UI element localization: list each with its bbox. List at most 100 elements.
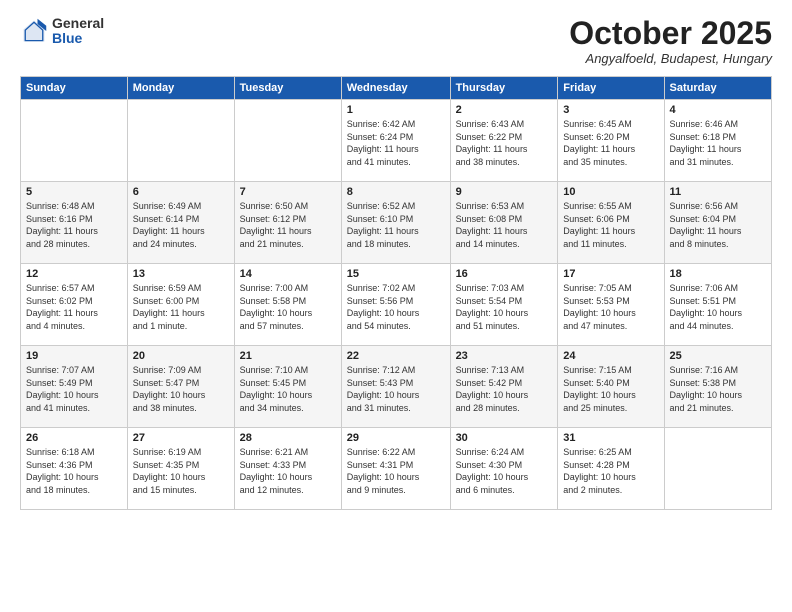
- day-info: Sunrise: 7:00 AMSunset: 5:58 PMDaylight:…: [240, 282, 336, 332]
- day-info: Sunrise: 6:43 AMSunset: 6:22 PMDaylight:…: [456, 118, 553, 168]
- day-number: 15: [347, 268, 445, 280]
- week-row-2: 5 Sunrise: 6:48 AMSunset: 6:16 PMDaylight…: [21, 182, 772, 264]
- day-number: 30: [456, 432, 553, 444]
- calendar-cell: 22 Sunrise: 7:12 AMSunset: 5:43 PMDayligh…: [341, 346, 450, 428]
- calendar-cell: 27 Sunrise: 6:19 AMSunset: 4:35 PMDayligh…: [127, 428, 234, 510]
- calendar-cell: 18 Sunrise: 7:06 AMSunset: 5:51 PMDayligh…: [664, 264, 772, 346]
- day-info: Sunrise: 6:49 AMSunset: 6:14 PMDaylight:…: [133, 200, 229, 250]
- day-info: Sunrise: 6:50 AMSunset: 6:12 PMDaylight:…: [240, 200, 336, 250]
- day-info: Sunrise: 7:13 AMSunset: 5:42 PMDaylight:…: [456, 364, 553, 414]
- logo-blue-text: Blue: [52, 31, 104, 46]
- calendar-cell: 4 Sunrise: 6:46 AMSunset: 6:18 PMDaylight…: [664, 100, 772, 182]
- week-row-4: 19 Sunrise: 7:07 AMSunset: 5:49 PMDayligh…: [21, 346, 772, 428]
- week-row-1: 1 Sunrise: 6:42 AMSunset: 6:24 PMDaylight…: [21, 100, 772, 182]
- day-info: Sunrise: 7:03 AMSunset: 5:54 PMDaylight:…: [456, 282, 553, 332]
- calendar-cell: 1 Sunrise: 6:42 AMSunset: 6:24 PMDaylight…: [341, 100, 450, 182]
- day-number: 1: [347, 104, 445, 116]
- day-info: Sunrise: 6:25 AMSunset: 4:28 PMDaylight:…: [563, 446, 658, 496]
- day-info: Sunrise: 7:06 AMSunset: 5:51 PMDaylight:…: [670, 282, 767, 332]
- calendar-cell: 31 Sunrise: 6:25 AMSunset: 4:28 PMDayligh…: [558, 428, 664, 510]
- day-number: 14: [240, 268, 336, 280]
- day-info: Sunrise: 7:09 AMSunset: 5:47 PMDaylight:…: [133, 364, 229, 414]
- calendar-cell: 11 Sunrise: 6:56 AMSunset: 6:04 PMDayligh…: [664, 182, 772, 264]
- calendar-cell: 6 Sunrise: 6:49 AMSunset: 6:14 PMDaylight…: [127, 182, 234, 264]
- col-monday: Monday: [127, 77, 234, 100]
- calendar-cell: 21Sunrise: 7:10 AMSunset: 5:45 PMDayligh…: [234, 346, 341, 428]
- day-number: 13: [133, 268, 229, 280]
- day-number: 24: [563, 350, 658, 362]
- calendar-cell: 5 Sunrise: 6:48 AMSunset: 6:16 PMDaylight…: [21, 182, 128, 264]
- calendar-cell: 29 Sunrise: 6:22 AMSunset: 4:31 PMDayligh…: [341, 428, 450, 510]
- col-tuesday: Tuesday: [234, 77, 341, 100]
- day-info: Sunrise: 6:19 AMSunset: 4:35 PMDaylight:…: [133, 446, 229, 496]
- title-block: October 2025 Angyalfoeld, Budapest, Hung…: [569, 16, 772, 66]
- day-number: 20: [133, 350, 229, 362]
- col-friday: Friday: [558, 77, 664, 100]
- day-info: Sunrise: 6:46 AMSunset: 6:18 PMDaylight:…: [670, 118, 767, 168]
- day-info: Sunrise: 6:59 AMSunset: 6:00 PMDaylight:…: [133, 282, 229, 332]
- day-info: Sunrise: 7:10 AMSunset: 5:45 PMDaylight:…: [240, 364, 336, 414]
- day-info: Sunrise: 6:55 AMSunset: 6:06 PMDaylight:…: [563, 200, 658, 250]
- day-number: 22: [347, 350, 445, 362]
- day-info: Sunrise: 7:07 AMSunset: 5:49 PMDaylight:…: [26, 364, 122, 414]
- col-wednesday: Wednesday: [341, 77, 450, 100]
- calendar-cell: 13 Sunrise: 6:59 AMSunset: 6:00 PMDayligh…: [127, 264, 234, 346]
- day-number: 5: [26, 186, 122, 198]
- logo-text: General Blue: [52, 16, 104, 47]
- calendar-cell: [21, 100, 128, 182]
- day-number: 11: [670, 186, 767, 198]
- calendar-cell: 10 Sunrise: 6:55 AMSunset: 6:06 PMDayligh…: [558, 182, 664, 264]
- calendar-cell: 26Sunrise: 6:18 AMSunset: 4:36 PMDayligh…: [21, 428, 128, 510]
- day-info: Sunrise: 6:56 AMSunset: 6:04 PMDaylight:…: [670, 200, 767, 250]
- day-number: 18: [670, 268, 767, 280]
- day-number: 19: [26, 350, 122, 362]
- page: General Blue October 2025 Angyalfoeld, B…: [0, 0, 792, 612]
- day-info: Sunrise: 7:05 AMSunset: 5:53 PMDaylight:…: [563, 282, 658, 332]
- calendar-cell: 8 Sunrise: 6:52 AMSunset: 6:10 PMDaylight…: [341, 182, 450, 264]
- calendar-cell: 12Sunrise: 6:57 AMSunset: 6:02 PMDayligh…: [21, 264, 128, 346]
- calendar-cell: 20 Sunrise: 7:09 AMSunset: 5:47 PMDayligh…: [127, 346, 234, 428]
- day-number: 28: [240, 432, 336, 444]
- day-info: Sunrise: 7:15 AMSunset: 5:40 PMDaylight:…: [563, 364, 658, 414]
- day-info: Sunrise: 6:42 AMSunset: 6:24 PMDaylight:…: [347, 118, 445, 168]
- day-number: 16: [456, 268, 553, 280]
- day-number: 27: [133, 432, 229, 444]
- day-number: 23: [456, 350, 553, 362]
- day-number: 2: [456, 104, 553, 116]
- day-info: Sunrise: 6:22 AMSunset: 4:31 PMDaylight:…: [347, 446, 445, 496]
- day-number: 9: [456, 186, 553, 198]
- logo: General Blue: [20, 16, 104, 47]
- day-info: Sunrise: 6:53 AMSunset: 6:08 PMDaylight:…: [456, 200, 553, 250]
- day-info: Sunrise: 6:52 AMSunset: 6:10 PMDaylight:…: [347, 200, 445, 250]
- day-number: 6: [133, 186, 229, 198]
- day-number: 31: [563, 432, 658, 444]
- calendar-cell: 24 Sunrise: 7:15 AMSunset: 5:40 PMDayligh…: [558, 346, 664, 428]
- location-text: Angyalfoeld, Budapest, Hungary: [569, 51, 772, 66]
- day-number: 4: [670, 104, 767, 116]
- day-number: 10: [563, 186, 658, 198]
- day-number: 7: [240, 186, 336, 198]
- calendar-cell: 15 Sunrise: 7:02 AMSunset: 5:56 PMDayligh…: [341, 264, 450, 346]
- day-number: 3: [563, 104, 658, 116]
- calendar-cell: 14 Sunrise: 7:00 AMSunset: 5:58 PMDayligh…: [234, 264, 341, 346]
- day-info: Sunrise: 7:02 AMSunset: 5:56 PMDaylight:…: [347, 282, 445, 332]
- day-number: 29: [347, 432, 445, 444]
- day-number: 17: [563, 268, 658, 280]
- day-info: Sunrise: 6:57 AMSunset: 6:02 PMDaylight:…: [26, 282, 122, 332]
- day-info: Sunrise: 6:24 AMSunset: 4:30 PMDaylight:…: [456, 446, 553, 496]
- calendar-cell: 30 Sunrise: 6:24 AMSunset: 4:30 PMDayligh…: [450, 428, 558, 510]
- week-row-5: 26Sunrise: 6:18 AMSunset: 4:36 PMDayligh…: [21, 428, 772, 510]
- calendar-cell: 19 Sunrise: 7:07 AMSunset: 5:49 PMDayligh…: [21, 346, 128, 428]
- calendar-cell: [664, 428, 772, 510]
- calendar-cell: 2 Sunrise: 6:43 AMSunset: 6:22 PMDaylight…: [450, 100, 558, 182]
- calendar-cell: 16 Sunrise: 7:03 AMSunset: 5:54 PMDayligh…: [450, 264, 558, 346]
- day-info: Sunrise: 6:48 AMSunset: 6:16 PMDaylight:…: [26, 200, 122, 250]
- calendar-cell: 28 Sunrise: 6:21 AMSunset: 4:33 PMDayligh…: [234, 428, 341, 510]
- day-number: 8: [347, 186, 445, 198]
- day-info: Sunrise: 7:12 AMSunset: 5:43 PMDaylight:…: [347, 364, 445, 414]
- col-thursday: Thursday: [450, 77, 558, 100]
- calendar-cell: 25Sunrise: 7:16 AMSunset: 5:38 PMDayligh…: [664, 346, 772, 428]
- day-number: 26: [26, 432, 122, 444]
- day-info: Sunrise: 7:16 AMSunset: 5:38 PMDaylight:…: [670, 364, 767, 414]
- day-info: Sunrise: 6:21 AMSunset: 4:33 PMDaylight:…: [240, 446, 336, 496]
